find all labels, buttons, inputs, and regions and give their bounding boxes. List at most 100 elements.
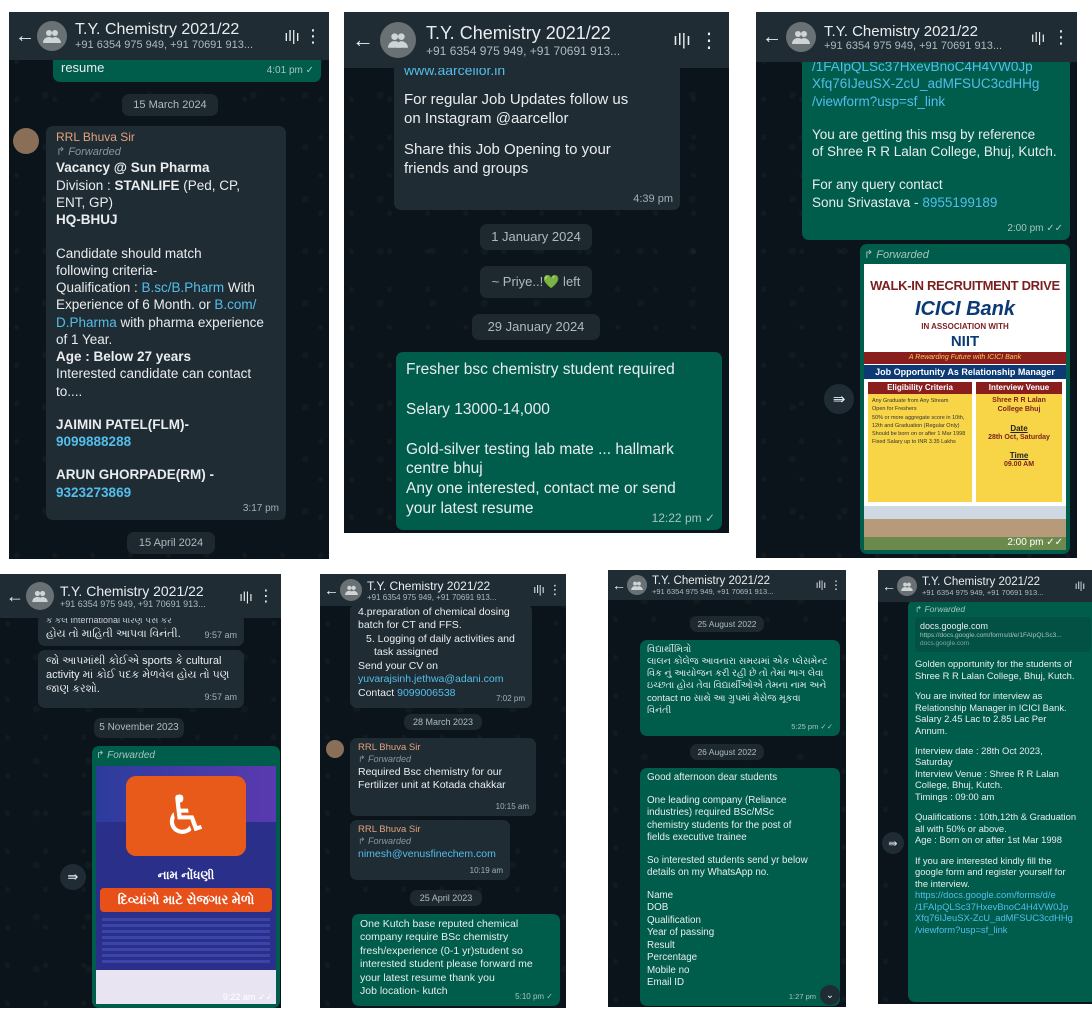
message-bubble[interactable]: RRL Bhuva Sir ↱ Forwarded Required Bsc c… bbox=[350, 738, 536, 816]
more-vert-icon[interactable]: ⋮ bbox=[257, 586, 275, 606]
scroll-down-button[interactable]: ⌄ bbox=[820, 985, 840, 1005]
share-forward-icon[interactable]: ⇛ bbox=[824, 384, 854, 414]
more-vert-icon[interactable]: ⋮ bbox=[830, 578, 842, 592]
group-avatar-icon[interactable] bbox=[37, 21, 67, 51]
message-bubble[interactable]: 4.preparation of chemical dosing batch f… bbox=[350, 604, 532, 708]
link[interactable]: D.Pharma bbox=[56, 315, 117, 330]
more-vert-icon[interactable]: ⋮ bbox=[548, 582, 562, 598]
share-forward-icon[interactable]: ⇛ bbox=[882, 832, 904, 854]
image-message-bubble[interactable]: ↱ Forwarded WALK-IN RECRUITMENT DRIVE IC… bbox=[860, 244, 1070, 554]
message-line: contact no સાથે આ ગ્રુપમાં મેસેજ મૂકવા bbox=[647, 692, 801, 704]
group-avatar-icon[interactable] bbox=[380, 22, 416, 58]
chat-info[interactable]: T.Y. Chemistry 2021/22 +91 6354 975 949,… bbox=[824, 23, 1025, 52]
arrow-left-icon[interactable]: ← bbox=[15, 25, 37, 48]
arrow-left-icon[interactable]: ← bbox=[762, 26, 786, 49]
link[interactable]: /1FAIpQLSc37HxevBnoC4H4VW0Jp bbox=[915, 901, 1091, 912]
voice-call-icon[interactable]: ıl|ı bbox=[1072, 581, 1088, 592]
voice-call-icon[interactable]: ıl|ı bbox=[812, 580, 830, 591]
phone-link[interactable]: 9323273869 bbox=[56, 484, 276, 501]
group-avatar-icon[interactable] bbox=[340, 579, 362, 601]
message-bubble[interactable]: Fresher bsc chemistry student required S… bbox=[396, 352, 722, 530]
more-vert-icon[interactable]: ⋮ bbox=[697, 28, 721, 53]
chat-info[interactable]: T.Y. Chemistry 2021/22 +91 6354 975 949,… bbox=[652, 575, 812, 596]
recruitment-poster-image[interactable]: WALK-IN RECRUITMENT DRIVE ICICI Bank IN … bbox=[864, 264, 1066, 550]
arrow-left-icon[interactable]: ← bbox=[324, 582, 340, 599]
email-link[interactable]: yuvarajsinh.jethwa@adani.com bbox=[358, 673, 524, 686]
more-vert-icon[interactable]: ⋮ bbox=[303, 26, 323, 47]
forwarded-icon: ↱ bbox=[56, 146, 69, 159]
message-bubble[interactable]: /1FAIpQLSc37HxevBnoC4H4VW0Jp Xfq76IJeuSX… bbox=[802, 52, 1070, 240]
message-text: (Ped, CP, bbox=[179, 177, 241, 193]
message-line: Year of passing bbox=[647, 927, 715, 939]
message-line: of Shree R R Lalan College, Bhuj, Kutch. bbox=[812, 144, 1057, 160]
sender-name: RRL Bhuva Sir bbox=[358, 742, 421, 753]
screenshot-1: ← T.Y. Chemistry 2021/22 +91 6354 975 94… bbox=[9, 12, 329, 559]
chat-info[interactable]: T.Y. Chemistry 2021/22 +91 6354 975 949,… bbox=[367, 579, 530, 602]
voice-call-icon[interactable]: ıl|ı bbox=[281, 28, 303, 45]
message-bubble[interactable]: ↱ Forwarded docs.google.com https://docs… bbox=[908, 600, 1092, 1002]
link[interactable]: Xfq76IJeuSX-ZcU_adMFSUC3cdHHg bbox=[812, 75, 1060, 92]
message-line: friends and groups bbox=[404, 160, 529, 178]
poster-subtitle: દિવ્યાંગો માટે રોજગાર મેળો bbox=[100, 888, 272, 912]
link[interactable]: Xfq76IJeuSX-ZcU_adMFSUC3cdHHg bbox=[915, 912, 1091, 923]
message-bubble[interactable]: Good afternoon dear students One leading… bbox=[640, 768, 840, 1006]
message-time: 4:01 pm ✓ bbox=[266, 65, 314, 77]
message-time: 3:17 pm bbox=[242, 503, 279, 515]
sender-avatar[interactable] bbox=[13, 128, 39, 154]
poster-bank-name: ICICI Bank bbox=[914, 298, 1016, 320]
forwarded-text: Forwarded bbox=[876, 249, 929, 261]
link[interactable]: https://docs.google.com/forms/d/e bbox=[915, 889, 1091, 900]
group-avatar-icon[interactable] bbox=[786, 22, 816, 52]
link[interactable]: /viewform?usp=sf_link bbox=[915, 924, 1091, 935]
chat-header: ← T.Y. Chemistry 2021/22 +91 6354 975 94… bbox=[878, 570, 1092, 602]
message-line: Candidate should match bbox=[56, 245, 202, 261]
message-time: 12:22 pm ✓ bbox=[651, 510, 715, 525]
message-bubble[interactable]: One Kutch base reputed chemical company … bbox=[352, 914, 560, 1006]
phone-link[interactable]: 8955199189 bbox=[922, 195, 997, 210]
message-line: One Kutch base reputed chemical bbox=[360, 918, 519, 930]
message-bubble[interactable]: જો આપમાંથી કોઈએ sports કે cultural activ… bbox=[38, 650, 244, 708]
chat-info[interactable]: T.Y. Chemistry 2021/22 +91 6354 975 949,… bbox=[60, 583, 235, 609]
chat-info[interactable]: T.Y. Chemistry 2021/22 +91 6354 975 949,… bbox=[75, 21, 281, 51]
group-avatar-icon[interactable] bbox=[627, 575, 647, 595]
group-avatar-icon[interactable] bbox=[26, 582, 54, 610]
share-forward-icon[interactable]: ⇛ bbox=[60, 864, 86, 890]
message-bubble[interactable]: RRL Bhuva Sir ↱ Forwarded Vacancy @ Sun … bbox=[46, 126, 286, 520]
message-text: STANLIFE bbox=[114, 177, 180, 193]
job-fair-poster-image[interactable]: ♿ નામ નોંધણી દિવ્યાંગો માટે રોજગાર મેળો bbox=[96, 766, 276, 1004]
date-chip: 29 January 2024 bbox=[472, 314, 600, 340]
link[interactable]: /viewform?usp=sf_link bbox=[812, 93, 1060, 110]
message-line: Email ID bbox=[647, 977, 685, 989]
link[interactable]: B.sc/B.Pharm bbox=[142, 280, 225, 295]
link[interactable]: B.com/ bbox=[214, 297, 256, 312]
voice-call-icon[interactable]: ıl|ı bbox=[530, 584, 548, 596]
date-chip: 25 April 2023 bbox=[410, 890, 482, 906]
arrow-left-icon[interactable]: ← bbox=[612, 577, 627, 593]
message-time: 9:57 am bbox=[204, 692, 237, 703]
chat-info[interactable]: T.Y. Chemistry 2021/22 +91 6354 975 949,… bbox=[426, 23, 667, 58]
email-link[interactable]: nimesh@venusfinechem.com bbox=[358, 848, 502, 861]
arrow-left-icon[interactable]: ← bbox=[882, 578, 897, 594]
message-text: with pharma experience bbox=[116, 314, 264, 330]
phone-link[interactable]: 9099888288 bbox=[56, 433, 276, 450]
arrow-left-icon[interactable]: ← bbox=[6, 586, 26, 607]
voice-call-icon[interactable]: ıl|ı bbox=[235, 589, 257, 604]
chat-info[interactable]: T.Y. Chemistry 2021/22 +91 6354 975 949,… bbox=[922, 576, 1072, 597]
message-bubble[interactable]: www.aarcellor.in For regular Job Updates… bbox=[394, 52, 680, 210]
voice-call-icon[interactable]: ıl|ı bbox=[1025, 29, 1051, 45]
arrow-left-icon[interactable]: ← bbox=[352, 27, 380, 53]
screenshot-4: ← T.Y. Chemistry 2021/22 +91 6354 975 94… bbox=[0, 574, 281, 1008]
message-line: વિક નું આયોજન કરી રહી છે તો તેમાં ભાગ લે… bbox=[647, 668, 824, 680]
image-message-bubble[interactable]: ↱ Forwarded ♿ નામ નોંધણી દિવ્યાંગો માટે … bbox=[92, 746, 280, 1008]
voice-call-icon[interactable]: ıl|ı bbox=[667, 30, 697, 50]
phone-link[interactable]: 9099006538 bbox=[397, 687, 455, 699]
message-line: College, Bhuj, Kutch. bbox=[915, 779, 1003, 791]
message-bubble[interactable]: RRL Bhuva Sir ↱ Forwarded nimesh@venusfi… bbox=[350, 820, 510, 880]
sender-avatar[interactable] bbox=[326, 740, 344, 758]
message-bubble[interactable]: વિદ્યાર્થીમિત્રો લાલન કોલેજ આવનારા સમયમા… bbox=[640, 640, 840, 736]
group-avatar-icon[interactable] bbox=[897, 576, 917, 596]
message-bubble[interactable]: ક કલ International ધારણ પસ કર હોય તો માહ… bbox=[38, 614, 244, 646]
more-vert-icon[interactable]: ⋮ bbox=[1051, 27, 1071, 48]
chat-header: ← T.Y. Chemistry 2021/22 +91 6354 975 94… bbox=[9, 12, 329, 60]
link-preview[interactable]: docs.google.com https://docs.google.com/… bbox=[915, 617, 1091, 653]
